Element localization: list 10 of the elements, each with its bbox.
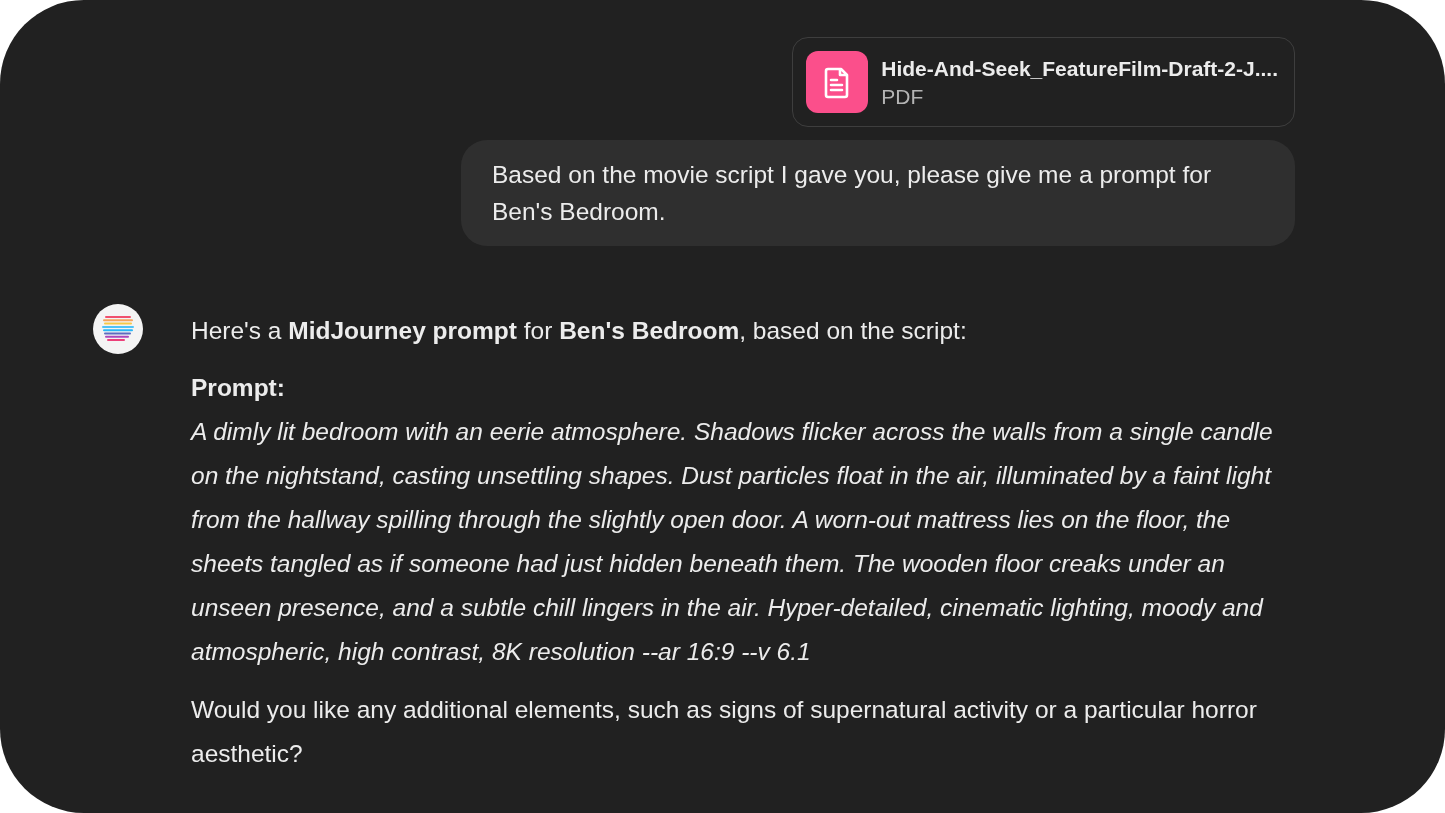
prompt-text: A dimly lit bedroom with an eerie atmosphere. Shadows flicker across the walls from a single candle on the nightstand, casting unsettling shapes. Dust particles float in the air, illuminated by a faint light from the hallway spilling through the slightly open door. A worn-out mattress lies on the floor, the sheets tangled as if someone had just hidden beneath them. The wooden floor creaks under an unseen presence, and a subtle chill lingers in the air. Hyper-detailed, cinematic lighting, moody and atmospheric, high contrast, 8K resolution --ar 16:9 --v 6.1 (191, 417, 1274, 667)
assistant-avatar-icon (93, 304, 143, 354)
prompt-label: Prompt: (191, 373, 286, 403)
follow-up-question: Would you like any additional elements, such as signs of supernatural activity or a particular horror aesthetic? (191, 695, 1258, 769)
response-intro: Here's a MidJourney prompt for Ben's Bedroom, based on the script: (191, 316, 968, 346)
file-type: PDF (881, 83, 925, 109)
user-message-text: Based on the movie script I gave you, please give me a prompt for Ben's Bedroom. (492, 160, 1213, 227)
file-name: Hide-And-Seek_FeatureFilm-Draft-2-J.... (881, 55, 1278, 81)
attachment-card[interactable]: Hide-And-Seek_FeatureFilm-Draft-2-J.... PDF (792, 37, 1295, 127)
document-icon (806, 51, 869, 113)
